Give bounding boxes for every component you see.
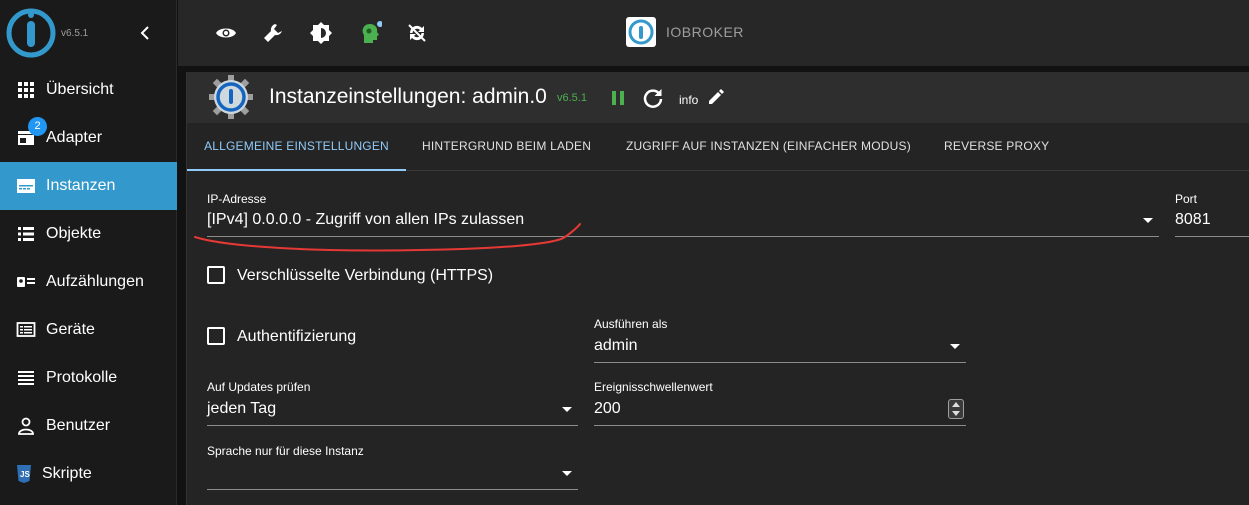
dropdown-arrow-icon xyxy=(950,344,960,349)
sidebar: v6.5.1 Übersicht Adapter 2 Instanzen Obj… xyxy=(0,0,177,505)
dropdown-arrow-icon xyxy=(562,407,572,412)
reload-icon[interactable] xyxy=(642,87,664,109)
adapter-update-badge: 2 xyxy=(28,117,47,136)
sync-icon[interactable] xyxy=(405,21,429,45)
run-as-select[interactable]: admin xyxy=(594,333,966,363)
app-version: v6.5.1 xyxy=(61,28,89,39)
https-checkbox[interactable] xyxy=(207,266,225,284)
user-icon xyxy=(18,417,34,435)
sidebar-item-users[interactable]: Benutzer xyxy=(0,402,177,450)
iobroker-logo[interactable] xyxy=(6,8,56,58)
sidebar-item-adapter[interactable]: Adapter xyxy=(0,114,177,162)
tab-reverse-proxy[interactable]: REVERSE PROXY xyxy=(944,123,1049,171)
eye-icon[interactable] xyxy=(214,21,238,45)
event-threshold-input[interactable]: 200 xyxy=(594,396,966,426)
sidebar-item-label: Protokolle xyxy=(46,369,118,386)
grid-icon xyxy=(18,82,34,98)
admin-instance-icon xyxy=(209,75,253,119)
devices-icon xyxy=(16,322,36,337)
pause-icon[interactable] xyxy=(609,88,627,108)
port-input[interactable]: 8081 xyxy=(1175,207,1249,237)
sidebar-item-objects[interactable]: Objekte xyxy=(0,210,177,258)
instances-icon xyxy=(17,179,35,193)
pencil-icon[interactable] xyxy=(707,88,725,106)
instance-language-select[interactable] xyxy=(207,460,578,490)
sidebar-item-label: Skripte xyxy=(42,465,92,482)
chevron-left-icon[interactable] xyxy=(136,22,154,44)
ip-address-value: [IPv4] 0.0.0.0 - Zugriff von allen IPs z… xyxy=(207,211,525,228)
brightness-icon[interactable] xyxy=(309,21,333,45)
ip-address-label: IP-Adresse xyxy=(207,192,267,206)
sidebar-item-label: Adapter xyxy=(46,129,103,146)
sidebar-item-label: Instanzen xyxy=(46,177,116,194)
top-toolbar: IOBROKER xyxy=(178,0,1249,66)
svg-text:JS: JS xyxy=(20,470,30,479)
log-icon xyxy=(18,371,34,385)
check-updates-value: jeden Tag xyxy=(207,400,277,417)
tab-background-loading[interactable]: HINTERGRUND BEIM LADEN xyxy=(422,123,591,171)
sidebar-header: v6.5.1 xyxy=(0,0,177,66)
port-label: Port xyxy=(1175,192,1198,206)
event-threshold-label: Ereignisschwellenwert xyxy=(594,380,713,394)
authentication-checkbox[interactable] xyxy=(207,327,225,345)
https-label: Verschlüsselte Verbindung (HTTPS) xyxy=(237,267,494,284)
check-updates-select[interactable]: jeden Tag xyxy=(207,396,578,426)
instance-version: v6.5.1 xyxy=(557,92,587,104)
authentication-label: Authentifizierung xyxy=(237,328,357,345)
run-as-label: Ausführen als xyxy=(594,317,668,331)
iobroker-brand-icon xyxy=(626,17,656,47)
dropdown-arrow-icon xyxy=(562,471,572,476)
sidebar-item-devices[interactable]: Geräte xyxy=(0,306,177,354)
settings-tabs: ALLGEMEINE EINSTELLUNGEN HINTERGRUND BEI… xyxy=(187,123,1249,171)
instance-settings-panel: Instanzeinstellungen: admin.0 v6.5.1 inf… xyxy=(186,72,1249,505)
sidebar-item-enums[interactable]: Aufzählungen xyxy=(0,258,177,306)
enum-icon xyxy=(17,277,35,287)
run-as-value: admin xyxy=(594,337,638,354)
sidebar-item-scripts[interactable]: JS Skripte xyxy=(0,450,177,498)
info-button[interactable]: info xyxy=(679,93,698,107)
tab-general-settings[interactable]: ALLGEMEINE EINSTELLUNGEN xyxy=(187,123,406,171)
event-threshold-value: 200 xyxy=(594,400,621,417)
sidebar-item-label: Objekte xyxy=(46,225,102,242)
check-updates-label: Auf Updates prüfen xyxy=(207,380,311,394)
panel-header: Instanzeinstellungen: admin.0 v6.5.1 inf… xyxy=(187,72,1249,123)
page-title: Instanzeinstellungen: admin.0 xyxy=(269,85,547,108)
list-icon xyxy=(18,227,34,241)
sidebar-item-label: Übersicht xyxy=(46,81,114,98)
number-stepper-icon[interactable] xyxy=(948,399,964,419)
sidebar-item-label: Geräte xyxy=(46,321,95,338)
sidebar-item-instances[interactable]: Instanzen xyxy=(0,162,177,210)
tab-instance-access[interactable]: ZUGRIFF AUF INSTANZEN (EINFACHER MODUS) xyxy=(626,123,911,171)
dropdown-arrow-icon xyxy=(1143,218,1153,223)
instance-language-label: Sprache nur für diese Instanz xyxy=(207,444,364,458)
port-value: 8081 xyxy=(1175,211,1211,228)
ip-address-select[interactable]: [IPv4] 0.0.0.0 - Zugriff von allen IPs z… xyxy=(207,207,1159,237)
brand-name: IOBROKER xyxy=(666,24,744,40)
expert-mode-icon[interactable] xyxy=(358,21,382,45)
sidebar-item-overview[interactable]: Übersicht xyxy=(0,66,177,114)
sidebar-item-label: Aufzählungen xyxy=(46,273,144,290)
wrench-icon[interactable] xyxy=(261,21,285,45)
js-icon: JS xyxy=(17,465,31,483)
sidebar-item-label: Benutzer xyxy=(46,417,111,434)
sidebar-item-logs[interactable]: Protokolle xyxy=(0,354,177,402)
